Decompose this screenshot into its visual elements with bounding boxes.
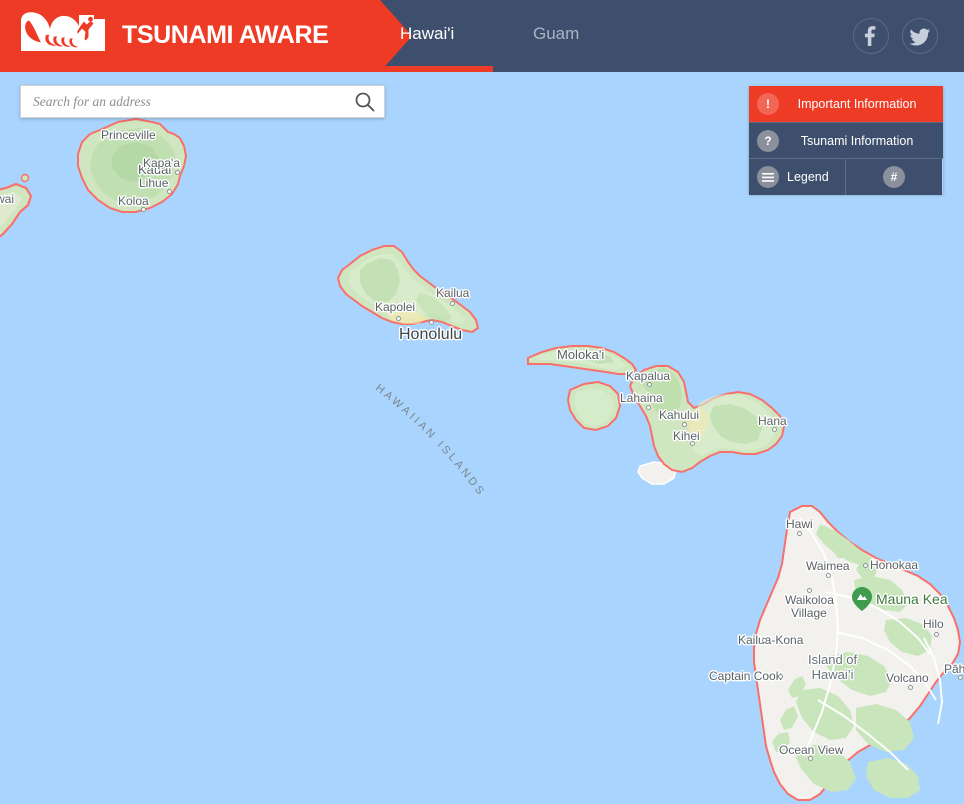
app-header: TSUNAMI AWARE Hawai'i Guam <box>0 0 964 72</box>
search-box[interactable] <box>20 85 385 118</box>
search-input[interactable] <box>33 86 353 117</box>
search-submit-button[interactable] <box>354 91 376 113</box>
tsunami-wave-surfer-icon <box>21 12 105 51</box>
panel-bottom-row: Legend # <box>749 158 943 195</box>
important-information-label: Important Information <box>797 97 917 111</box>
brand-title: TSUNAMI AWARE <box>122 21 329 49</box>
search-icon <box>355 92 375 112</box>
tab-guam[interactable]: Guam <box>533 24 579 44</box>
twitter-link[interactable] <box>902 18 938 54</box>
hamburger-icon <box>757 166 779 188</box>
hamburger-icon-glyph <box>762 172 774 182</box>
svg-text:HAWAIIAN ISLANDS: HAWAIIAN ISLANDS <box>373 382 488 499</box>
active-tab-underline <box>0 66 493 72</box>
facebook-link[interactable] <box>853 18 889 54</box>
exclamation-icon: ! <box>757 93 779 115</box>
tsunami-information-label: Tsunami Information <box>800 133 914 148</box>
mountain-pin-icon <box>852 587 872 611</box>
region-label: HAWAIIAN ISLANDS <box>373 382 485 499</box>
question-icon: ? <box>757 129 779 152</box>
twitter-icon <box>909 28 931 46</box>
grid-tool-button[interactable]: # <box>846 159 942 195</box>
legend-label: Legend <box>787 170 829 184</box>
hash-grid-icon: # <box>883 166 905 188</box>
tsunami-information-button[interactable]: ? Tsunami Information <box>749 122 943 158</box>
facebook-icon <box>864 26 876 46</box>
tab-hawaii[interactable]: Hawai'i <box>400 24 454 44</box>
info-panel: ! Important Information ? Tsunami Inform… <box>749 86 943 195</box>
important-information-button[interactable]: ! Important Information <box>749 86 943 122</box>
legend-button[interactable]: Legend <box>749 159 846 195</box>
